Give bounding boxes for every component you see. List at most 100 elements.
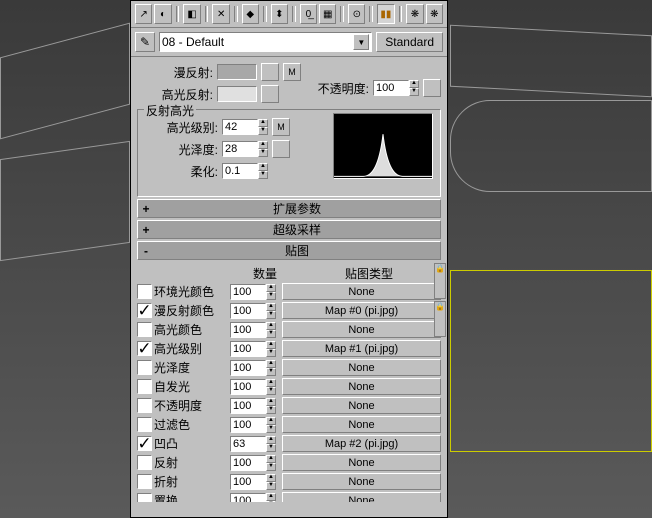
options-icon[interactable]: ⊙ xyxy=(348,4,365,24)
map-amount-spinner[interactable]: ▲▼ xyxy=(230,379,280,395)
opacity-input[interactable] xyxy=(373,80,409,96)
rollout-supersample[interactable]: + 超级采样 xyxy=(137,220,441,239)
material-type-button[interactable]: Standard xyxy=(376,32,443,52)
specular-map-shortcut[interactable] xyxy=(261,85,279,103)
map-row: 环境光颜色▲▼None xyxy=(137,282,441,301)
show-end-result-icon[interactable]: ▮▮ xyxy=(377,4,394,24)
map-slot-button[interactable]: None xyxy=(282,492,441,502)
map-amount-spinner[interactable]: ▲▼ xyxy=(230,284,280,300)
map-checkbox[interactable] xyxy=(137,379,152,394)
lock-icon[interactable]: 🔒 xyxy=(434,301,446,337)
rollout-maps[interactable]: - 贴图 xyxy=(137,241,441,260)
glossiness-label: 光泽度: xyxy=(146,141,218,158)
diffuse-map-shortcut[interactable] xyxy=(261,63,279,81)
put-to-scene-icon[interactable]: ◐ xyxy=(154,4,171,24)
map-label: 自发光 xyxy=(154,378,228,395)
map-label: 凹凸 xyxy=(154,435,228,452)
map-slot-button[interactable]: None xyxy=(282,397,441,414)
map-slot-button[interactable]: None xyxy=(282,359,441,376)
map-amount-spinner[interactable]: ▲▼ xyxy=(230,303,280,319)
material-editor-panel: ↗ ◐ ◧ ✕ ◆ ⬍ 0̲ ▦ ⊙ ▮▮ ❋ ❋ ✎ 08 - Default… xyxy=(130,0,448,518)
map-slot-button[interactable]: None xyxy=(282,378,441,395)
rollout-extended[interactable]: + 扩展参数 xyxy=(137,199,441,218)
column-amount: 数量 xyxy=(233,265,297,282)
diffuse-map-m-button[interactable]: M xyxy=(283,63,301,81)
material-name: 08 - Default xyxy=(162,35,224,49)
map-row: 折射▲▼None xyxy=(137,472,441,491)
map-row: 置换▲▼None xyxy=(137,491,441,502)
map-checkbox[interactable] xyxy=(137,493,152,502)
diffuse-label: 漫反射: xyxy=(137,64,213,81)
map-checkbox[interactable] xyxy=(137,284,152,299)
map-amount-spinner[interactable]: ▲▼ xyxy=(230,474,280,490)
glossiness-map-shortcut[interactable] xyxy=(272,140,290,158)
spinner-down-icon[interactable]: ▼ xyxy=(409,88,419,96)
maps-rollout-body: 数量 贴图类型 环境光颜色▲▼None✓漫反射颜色▲▼Map #0 (pi.jp… xyxy=(137,262,441,502)
minus-icon: - xyxy=(138,244,154,258)
map-slot-button[interactable]: None xyxy=(282,454,441,471)
map-slot-button[interactable]: Map #1 (pi.jpg) xyxy=(282,340,441,357)
map-label: 高光颜色 xyxy=(154,321,228,338)
make-unique-icon[interactable]: ◆ xyxy=(242,4,259,24)
go-parent-icon[interactable]: ❋ xyxy=(406,4,423,24)
show-map-icon[interactable]: ▦ xyxy=(319,4,336,24)
map-checkbox[interactable] xyxy=(137,360,152,375)
map-slot-button[interactable]: None xyxy=(282,321,441,338)
map-label: 高光级别 xyxy=(154,340,228,357)
spec-level-m-button[interactable]: M xyxy=(272,118,290,136)
spinner-up-icon[interactable]: ▲ xyxy=(409,80,419,88)
glossiness-spinner[interactable]: ▲▼ xyxy=(222,141,268,157)
map-slot-button[interactable]: Map #2 (pi.jpg) xyxy=(282,435,441,452)
map-label: 折射 xyxy=(154,473,228,490)
plus-icon: + xyxy=(138,202,154,216)
go-sibling-icon[interactable]: ❋ xyxy=(426,4,443,24)
map-amount-spinner[interactable]: ▲▼ xyxy=(230,322,280,338)
specular-swatch[interactable] xyxy=(217,86,257,102)
map-amount-spinner[interactable]: ▲▼ xyxy=(230,398,280,414)
opacity-label: 不透明度: xyxy=(318,80,369,97)
material-toolbar: ↗ ◐ ◧ ✕ ◆ ⬍ 0̲ ▦ ⊙ ▮▮ ❋ ❋ xyxy=(131,1,447,28)
specular-group-title: 反射高光 xyxy=(144,102,196,119)
map-amount-spinner[interactable]: ▲▼ xyxy=(230,436,280,452)
map-amount-spinner[interactable]: ▲▼ xyxy=(230,341,280,357)
map-row: 自发光▲▼None xyxy=(137,377,441,396)
map-label: 置换 xyxy=(154,492,228,502)
map-checkbox[interactable] xyxy=(137,474,152,489)
map-checkbox[interactable] xyxy=(137,455,152,470)
map-checkbox[interactable] xyxy=(137,417,152,432)
plus-icon: + xyxy=(138,223,154,237)
assign-icon[interactable]: ◧ xyxy=(183,4,200,24)
chevron-down-icon[interactable]: ▼ xyxy=(353,34,369,50)
map-slot-button[interactable]: None xyxy=(282,283,441,300)
map-checkbox[interactable]: ✓ xyxy=(137,341,152,356)
soften-spinner[interactable]: ▲▼ xyxy=(222,163,268,179)
diffuse-swatch[interactable] xyxy=(217,64,257,80)
map-label: 过滤色 xyxy=(154,416,228,433)
map-amount-spinner[interactable]: ▲▼ xyxy=(230,360,280,376)
map-row: ✓高光级别▲▼Map #1 (pi.jpg) xyxy=(137,339,441,358)
spec-level-spinner[interactable]: ▲▼ xyxy=(222,119,268,135)
material-id-icon[interactable]: 0̲ xyxy=(300,4,317,24)
map-checkbox[interactable]: ✓ xyxy=(137,303,152,318)
material-name-combo[interactable]: 08 - Default ▼ xyxy=(159,32,372,52)
map-checkbox[interactable] xyxy=(137,322,152,337)
delete-icon[interactable]: ✕ xyxy=(212,4,229,24)
map-amount-spinner[interactable]: ▲▼ xyxy=(230,493,280,503)
map-checkbox[interactable] xyxy=(137,398,152,413)
map-slot-button[interactable]: Map #0 (pi.jpg) xyxy=(282,302,441,319)
map-row: ✓漫反射颜色▲▼Map #0 (pi.jpg) xyxy=(137,301,441,320)
map-row: 光泽度▲▼None xyxy=(137,358,441,377)
map-slot-button[interactable]: None xyxy=(282,473,441,490)
put-library-icon[interactable]: ⬍ xyxy=(271,4,288,24)
pick-material-icon[interactable]: ✎ xyxy=(135,32,155,52)
map-label: 漫反射颜色 xyxy=(154,302,228,319)
opacity-spinner[interactable]: ▲▼ xyxy=(373,80,419,96)
opacity-map-shortcut[interactable] xyxy=(423,79,441,97)
map-checkbox[interactable]: ✓ xyxy=(137,436,152,451)
map-slot-button[interactable]: None xyxy=(282,416,441,433)
lock-icon[interactable]: 🔒 xyxy=(434,263,446,299)
specular-curve-graph xyxy=(333,113,433,179)
map-amount-spinner[interactable]: ▲▼ xyxy=(230,455,280,471)
get-material-icon[interactable]: ↗ xyxy=(135,4,152,24)
map-amount-spinner[interactable]: ▲▼ xyxy=(230,417,280,433)
